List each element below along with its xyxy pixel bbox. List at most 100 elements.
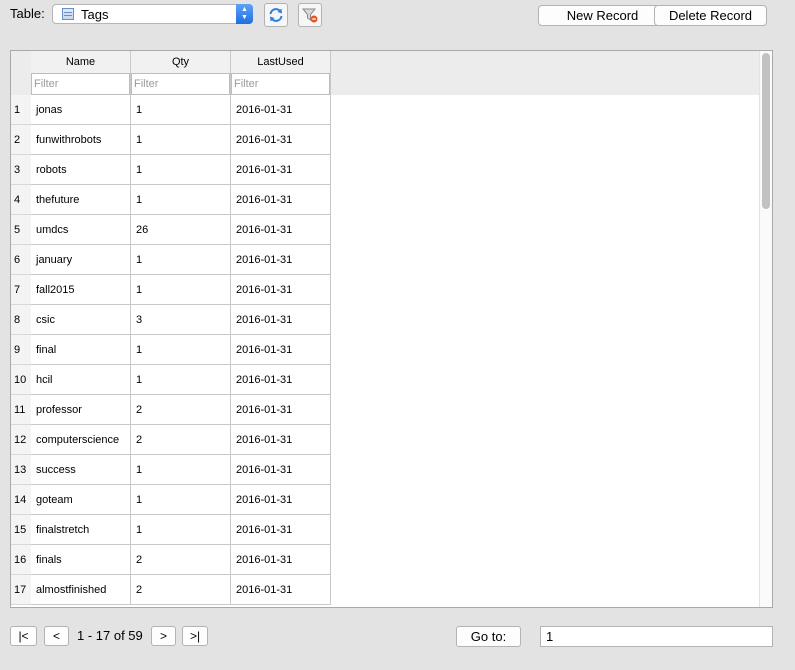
cell-name[interactable]: finals [31, 545, 131, 575]
cell-qty[interactable]: 1 [131, 455, 231, 485]
cell-lastused[interactable]: 2016-01-31 [231, 305, 331, 335]
filter-clear-icon [301, 8, 318, 23]
table-row[interactable]: 11 professor 2 2016-01-31 [11, 395, 331, 425]
cell-lastused[interactable]: 2016-01-31 [231, 155, 331, 185]
cell-lastused[interactable]: 2016-01-31 [231, 185, 331, 215]
cell-lastused[interactable]: 2016-01-31 [231, 215, 331, 245]
cell-name[interactable]: computerscience [31, 425, 131, 455]
column-header-name[interactable]: Name [31, 51, 131, 73]
table-row[interactable]: 14 goteam 1 2016-01-31 [11, 485, 331, 515]
row-number: 4 [11, 185, 31, 215]
table-row[interactable]: 3 robots 1 2016-01-31 [11, 155, 331, 185]
cell-name[interactable]: goteam [31, 485, 131, 515]
table-row[interactable]: 17 almostfinished 2 2016-01-31 [11, 575, 331, 605]
cell-name[interactable]: finalstretch [31, 515, 131, 545]
table-row[interactable]: 5 umdcs 26 2016-01-31 [11, 215, 331, 245]
row-number: 14 [11, 485, 31, 515]
cell-name[interactable]: umdcs [31, 215, 131, 245]
table-row[interactable]: 15 finalstretch 1 2016-01-31 [11, 515, 331, 545]
cell-lastused[interactable]: 2016-01-31 [231, 95, 331, 125]
new-record-button[interactable]: New Record [538, 5, 667, 26]
cell-qty[interactable]: 1 [131, 365, 231, 395]
column-header-lastused[interactable]: LastUsed [231, 51, 331, 73]
cell-lastused[interactable]: 2016-01-31 [231, 575, 331, 605]
row-number: 5 [11, 215, 31, 245]
cell-lastused[interactable]: 2016-01-31 [231, 335, 331, 365]
table-row[interactable]: 4 thefuture 1 2016-01-31 [11, 185, 331, 215]
table-row[interactable]: 10 hcil 1 2016-01-31 [11, 365, 331, 395]
row-number: 2 [11, 125, 31, 155]
cell-name[interactable]: almostfinished [31, 575, 131, 605]
table-row[interactable]: 2 funwithrobots 1 2016-01-31 [11, 125, 331, 155]
table-row[interactable]: 6 january 1 2016-01-31 [11, 245, 331, 275]
refresh-button[interactable] [264, 3, 288, 27]
filter-cell-name [31, 73, 131, 95]
table-row[interactable]: 9 final 1 2016-01-31 [11, 335, 331, 365]
cell-name[interactable]: january [31, 245, 131, 275]
last-page-button[interactable]: >| [182, 626, 208, 646]
table-row[interactable]: 13 success 1 2016-01-31 [11, 455, 331, 485]
row-number: 16 [11, 545, 31, 575]
first-page-button[interactable]: |< [10, 626, 37, 646]
cell-name[interactable]: jonas [31, 95, 131, 125]
previous-page-button[interactable]: < [44, 626, 69, 646]
row-number: 9 [11, 335, 31, 365]
cell-lastused[interactable]: 2016-01-31 [231, 125, 331, 155]
cell-qty[interactable]: 2 [131, 425, 231, 455]
cell-qty[interactable]: 1 [131, 335, 231, 365]
row-number: 10 [11, 365, 31, 395]
table-select[interactable]: Tags ▲ ▼ [52, 4, 253, 24]
cell-lastused[interactable]: 2016-01-31 [231, 545, 331, 575]
cell-qty[interactable]: 26 [131, 215, 231, 245]
next-page-button[interactable]: > [151, 626, 176, 646]
cell-name[interactable]: professor [31, 395, 131, 425]
cell-name[interactable]: thefuture [31, 185, 131, 215]
goto-button[interactable]: Go to: [456, 626, 521, 647]
table-row[interactable]: 7 fall2015 1 2016-01-31 [11, 275, 331, 305]
delete-record-button[interactable]: Delete Record [654, 5, 767, 26]
cell-name[interactable]: final [31, 335, 131, 365]
cell-qty[interactable]: 1 [131, 155, 231, 185]
row-number: 17 [11, 575, 31, 605]
vertical-scrollbar[interactable] [759, 51, 772, 607]
cell-lastused[interactable]: 2016-01-31 [231, 245, 331, 275]
cell-name[interactable]: csic [31, 305, 131, 335]
filter-input-name[interactable] [31, 73, 130, 95]
cell-qty[interactable]: 1 [131, 185, 231, 215]
filter-input-qty[interactable] [131, 73, 230, 95]
cell-qty[interactable]: 1 [131, 275, 231, 305]
scrollbar-thumb[interactable] [762, 53, 770, 209]
column-header-qty[interactable]: Qty [131, 51, 231, 73]
cell-name[interactable]: fall2015 [31, 275, 131, 305]
clear-filters-button[interactable] [298, 3, 322, 27]
cell-name[interactable]: funwithrobots [31, 125, 131, 155]
cell-name[interactable]: robots [31, 155, 131, 185]
cell-qty[interactable]: 1 [131, 95, 231, 125]
table-row[interactable]: 12 computerscience 2 2016-01-31 [11, 425, 331, 455]
goto-input[interactable] [540, 626, 773, 647]
cell-lastused[interactable]: 2016-01-31 [231, 275, 331, 305]
table-select-value: Tags [81, 6, 109, 22]
cell-lastused[interactable]: 2016-01-31 [231, 455, 331, 485]
filter-input-lastused[interactable] [231, 73, 330, 95]
cell-qty[interactable]: 1 [131, 515, 231, 545]
cell-lastused[interactable]: 2016-01-31 [231, 365, 331, 395]
cell-qty[interactable]: 1 [131, 485, 231, 515]
cell-lastused[interactable]: 2016-01-31 [231, 515, 331, 545]
cell-qty[interactable]: 1 [131, 125, 231, 155]
cell-lastused[interactable]: 2016-01-31 [231, 395, 331, 425]
cell-qty[interactable]: 2 [131, 545, 231, 575]
cell-lastused[interactable]: 2016-01-31 [231, 485, 331, 515]
cell-name[interactable]: hcil [31, 365, 131, 395]
cell-name[interactable]: success [31, 455, 131, 485]
row-number: 7 [11, 275, 31, 305]
table-row[interactable]: 8 csic 3 2016-01-31 [11, 305, 331, 335]
cell-qty[interactable]: 1 [131, 245, 231, 275]
cell-qty[interactable]: 2 [131, 395, 231, 425]
cell-qty[interactable]: 3 [131, 305, 231, 335]
cell-qty[interactable]: 2 [131, 575, 231, 605]
refresh-icon [269, 8, 283, 22]
cell-lastused[interactable]: 2016-01-31 [231, 425, 331, 455]
table-row[interactable]: 1 jonas 1 2016-01-31 [11, 95, 331, 125]
table-row[interactable]: 16 finals 2 2016-01-31 [11, 545, 331, 575]
